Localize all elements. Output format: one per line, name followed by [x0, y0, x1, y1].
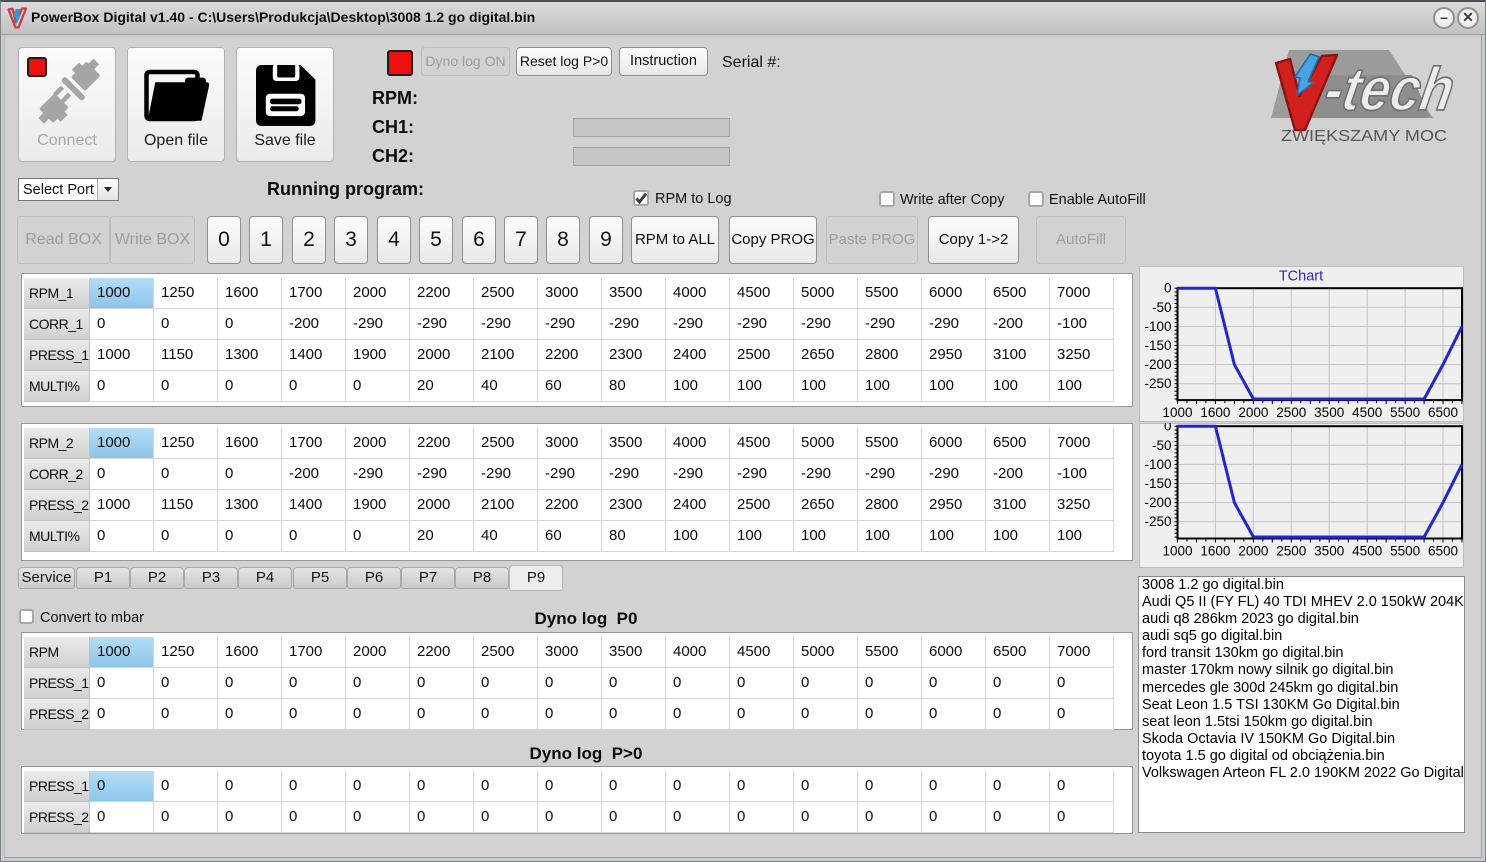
svg-text:-250: -250: [1144, 514, 1171, 529]
svg-text:3500: 3500: [1314, 544, 1344, 559]
svg-text:0: 0: [1164, 281, 1172, 296]
svg-text:3500: 3500: [1314, 405, 1344, 420]
svg-text:6500: 6500: [1428, 544, 1458, 559]
svg-text:-100: -100: [1144, 319, 1171, 334]
svg-text:-100: -100: [1144, 457, 1171, 472]
svg-text:1600: 1600: [1200, 544, 1230, 559]
svg-text:-200: -200: [1144, 357, 1171, 372]
svg-text:-50: -50: [1152, 438, 1172, 453]
svg-text:6500: 6500: [1428, 405, 1458, 420]
svg-text:-50: -50: [1152, 300, 1172, 315]
svg-text:-150: -150: [1144, 338, 1171, 353]
svg-text:2500: 2500: [1276, 405, 1306, 420]
svg-text:-250: -250: [1144, 376, 1171, 391]
svg-text:5500: 5500: [1390, 544, 1420, 559]
svg-text:2000: 2000: [1238, 544, 1268, 559]
svg-text:2500: 2500: [1276, 544, 1306, 559]
svg-text:2000: 2000: [1238, 405, 1268, 420]
svg-text:5500: 5500: [1390, 405, 1420, 420]
svg-text:1000: 1000: [1162, 544, 1192, 559]
svg-text:-150: -150: [1144, 476, 1171, 491]
svg-text:4500: 4500: [1352, 405, 1382, 420]
svg-text:1000: 1000: [1162, 405, 1192, 420]
svg-text:-tech: -tech: [1320, 55, 1460, 123]
svg-text:0: 0: [1164, 423, 1172, 434]
svg-text:TChart: TChart: [1279, 269, 1323, 285]
svg-text:-200: -200: [1144, 495, 1171, 510]
svg-text:4500: 4500: [1352, 544, 1382, 559]
svg-text:ZWIĘKSZAMY MOC: ZWIĘKSZAMY MOC: [1281, 128, 1447, 145]
svg-text:1600: 1600: [1200, 405, 1230, 420]
